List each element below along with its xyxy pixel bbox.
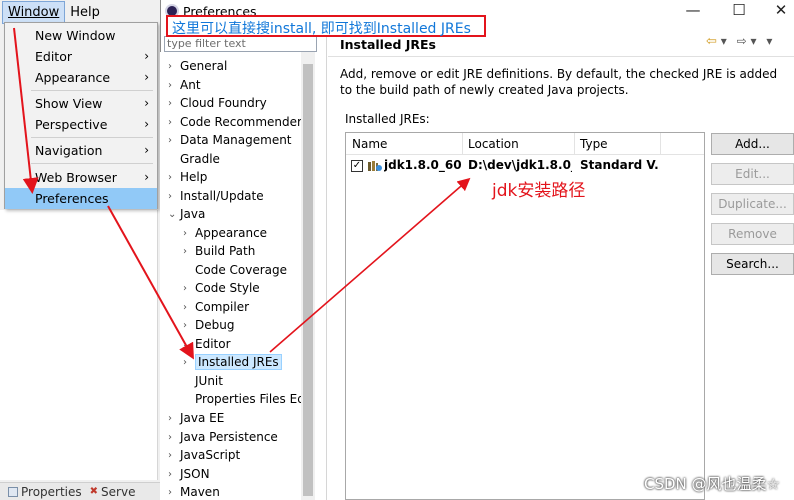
arrow-window-to-preferences	[13, 27, 39, 194]
arrow-preferences-to-installed-jres	[107, 205, 194, 360]
arrow-installed-jres-to-location	[269, 177, 471, 353]
watermark: CSDN @风也温柔☆	[644, 475, 780, 493]
annotation-arrows	[13, 27, 471, 360]
